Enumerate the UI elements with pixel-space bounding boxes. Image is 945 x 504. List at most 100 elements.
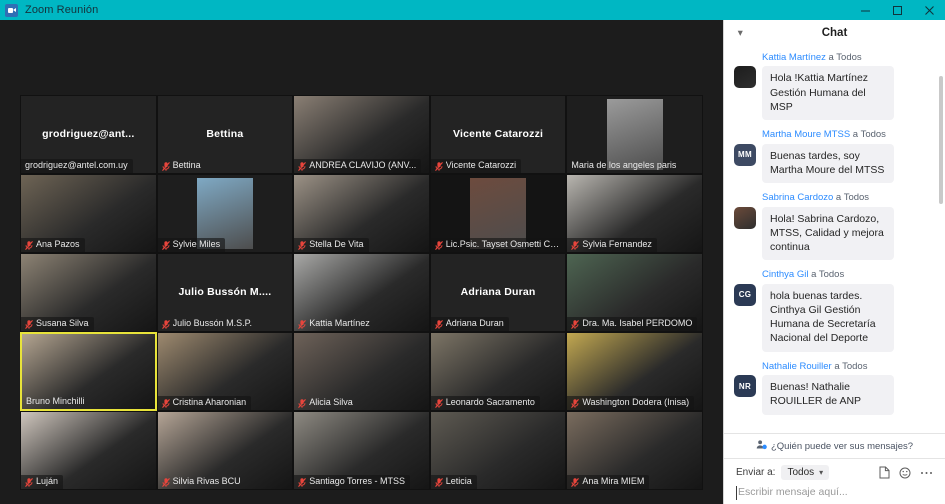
participant-tile[interactable]: Bettina Bettina: [156, 95, 294, 174]
emoji-icon[interactable]: [899, 467, 911, 479]
chat-title: Chat: [821, 27, 848, 39]
window-body: grodriguez@ant... grodriguez@antel.com.uy…: [0, 20, 945, 504]
microphone-muted-icon: [298, 398, 307, 408]
microphone-muted-icon: [298, 161, 307, 171]
participant-name-label: grodriguez@antel.com.uy: [25, 160, 128, 171]
participant-name-label: Leticia: [445, 476, 472, 487]
participant-name-bar: Silvia Rivas BCU: [158, 475, 246, 489]
participant-name-bar: Lic.Psic. Tayset Osmetti Cor...: [430, 238, 566, 252]
participant-tile[interactable]: Leticia: [429, 411, 567, 490]
microphone-muted-icon: [571, 240, 580, 250]
participant-tile[interactable]: Cristina Aharonian: [156, 332, 294, 411]
participant-name-label: Luján: [36, 476, 59, 487]
participant-tile[interactable]: Ana Pazos: [20, 174, 157, 253]
participant-tile[interactable]: Vicente Catarozzi Vicente Catarozzi: [429, 95, 567, 174]
title-bar: Zoom Reunión: [0, 0, 945, 20]
avatar: [734, 66, 756, 89]
microphone-muted-icon: [25, 240, 33, 250]
chat-message-text: Hola !Kattia Martínez Gestión Humana del…: [762, 66, 894, 121]
participant-tile[interactable]: Leonardo Sacramento: [429, 332, 567, 411]
participant-tile[interactable]: Dra. Ma. Isabel PERDOMO: [566, 253, 703, 332]
chat-message-row: MM Buenas tardes, soy Martha Moure del MT…: [734, 143, 933, 184]
participant-name-label: Silvia Rivas BCU: [172, 476, 241, 487]
chat-message-text: Hola! Sabrina Cardozo, MTSS, Calidad y m…: [762, 206, 894, 261]
participant-name-label: Ana Pazos: [36, 239, 80, 250]
microphone-muted-icon: [434, 319, 443, 329]
participant-name-bar: Alicia Silva: [294, 396, 358, 410]
more-options-icon[interactable]: [920, 471, 933, 475]
participant-name-bar: Stella De Vita: [294, 238, 369, 252]
participant-name-label: Dra. Ma. Isabel PERDOMO: [582, 318, 693, 329]
participant-name-label: ANDREA CLAVIJO (ANV...: [309, 160, 417, 171]
chat-sender-recipient: a Todos: [833, 192, 870, 204]
participant-tile[interactable]: Lic.Psic. Tayset Osmetti Cor...: [429, 174, 567, 253]
chat-header: ▾ Chat: [724, 20, 945, 46]
avatar: NR: [734, 375, 756, 398]
person-settings-icon: [756, 439, 767, 453]
participant-name-bar: Kattia Martínez: [294, 317, 375, 331]
participant-tile[interactable]: Adriana Duran Adriana Duran: [429, 253, 567, 332]
send-to-dropdown[interactable]: Todos ▾: [781, 465, 830, 481]
participant-name-bar: Santiago Torres - MTSS: [294, 475, 411, 489]
avatar: CG: [734, 283, 756, 306]
participant-tile[interactable]: Julio Bussón M.... Julio Bussón M.S.P.: [156, 253, 294, 332]
chat-footer-icons: [879, 466, 933, 479]
participant-tile[interactable]: Washington Dodera (Inisa): [566, 332, 703, 411]
participant-name-label: Lic.Psic. Tayset Osmetti Cor...: [445, 239, 561, 250]
participant-tile[interactable]: Luján: [20, 411, 157, 490]
chat-sender-name: Kattia Martínez: [762, 52, 826, 63]
participant-name-label: Leonardo Sacramento: [445, 397, 535, 408]
participant-tile[interactable]: Stella De Vita: [293, 174, 430, 253]
participant-tile[interactable]: Susana Silva: [20, 253, 157, 332]
participant-name-label: Santiago Torres - MTSS: [309, 476, 406, 487]
chat-message-text: hola buenas tardes. Cinthya Gil Gestión …: [762, 283, 894, 352]
participant-tile[interactable]: Bruno Minchilli: [20, 332, 157, 411]
microphone-muted-icon: [571, 398, 580, 408]
microphone-muted-icon: [298, 319, 307, 329]
chat-scrollbar[interactable]: [939, 76, 943, 204]
participant-tile[interactable]: Silvia Rivas BCU: [156, 411, 294, 490]
participant-tile[interactable]: ANDREA CLAVIJO (ANV...: [293, 95, 430, 174]
participant-name-bar: Sylvie Miles: [157, 238, 226, 252]
window-controls: [849, 0, 945, 20]
chat-message-input[interactable]: Escribir mensaje aquí...: [736, 486, 933, 500]
chat-message-list[interactable]: Kattia Martínez a Todos Hola !Kattia Mart…: [724, 46, 945, 433]
close-icon[interactable]: [913, 0, 945, 20]
participant-name-label: Bettina: [172, 160, 201, 171]
who-can-see-messages[interactable]: ¿Quién puede ver sus mensajes?: [724, 433, 945, 458]
participant-tile[interactable]: Sylvie Miles: [156, 174, 294, 253]
participant-name-bar: Ana Pazos: [21, 238, 85, 252]
chat-message-sender: Nathalie Rouiller a Todos: [762, 361, 933, 372]
participant-tile[interactable]: Santiago Torres - MTSS: [293, 411, 430, 490]
participant-name-label: Alicia Silva: [309, 397, 353, 408]
participant-name-bar: ANDREA CLAVIJO (ANV...: [294, 159, 422, 173]
participant-tile[interactable]: Maria de los angeles paris: [566, 95, 703, 174]
chat-message-row: Hola! Sabrina Cardozo, MTSS, Calidad y m…: [734, 206, 933, 261]
participant-name-label: Washington Dodera (Inisa): [582, 397, 690, 408]
chat-sender-recipient: a Todos: [831, 360, 868, 372]
participant-name-bar: Bruno Minchilli: [22, 395, 90, 409]
participant-tile[interactable]: Ana Mira MIEM: [566, 411, 703, 490]
chevron-down-icon[interactable]: ▾: [738, 28, 743, 38]
participant-name-bar: Ana Mira MIEM: [567, 475, 650, 489]
maximize-icon[interactable]: [881, 0, 913, 20]
participant-name-bar: Vicente Catarozzi: [430, 159, 522, 173]
video-gallery: grodriguez@ant... grodriguez@antel.com.uy…: [0, 20, 723, 504]
participant-name-label: Ana Mira MIEM: [582, 476, 645, 487]
chat-message-row: CG hola buenas tardes. Cinthya Gil Gestió…: [734, 283, 933, 352]
participant-tile[interactable]: grodriguez@ant... grodriguez@antel.com.uy: [20, 95, 157, 174]
participant-tile[interactable]: Sylvia Fernandez: [566, 174, 703, 253]
file-icon[interactable]: [879, 466, 890, 479]
participant-name-bar: Sylvia Fernandez: [567, 238, 657, 252]
participant-name-label: Maria de los angeles paris: [571, 160, 677, 171]
send-to-value: Todos: [787, 467, 815, 479]
participant-tile[interactable]: Kattia Martínez: [293, 253, 430, 332]
participant-name-bar: Leonardo Sacramento: [430, 396, 540, 410]
participant-name-bar: Leticia: [430, 475, 477, 489]
chat-message: Kattia Martínez a Todos Hola !Kattia Mart…: [734, 52, 933, 121]
participant-tile[interactable]: Alicia Silva: [293, 332, 430, 411]
chat-sender-name: Martha Moure MTSS: [762, 129, 851, 141]
participant-name-label: Stella De Vita: [309, 239, 364, 250]
minimize-icon[interactable]: [849, 0, 881, 20]
zoom-meeting-window: Zoom Reunión grodriguez@ant... grodriguez…: [0, 0, 945, 504]
